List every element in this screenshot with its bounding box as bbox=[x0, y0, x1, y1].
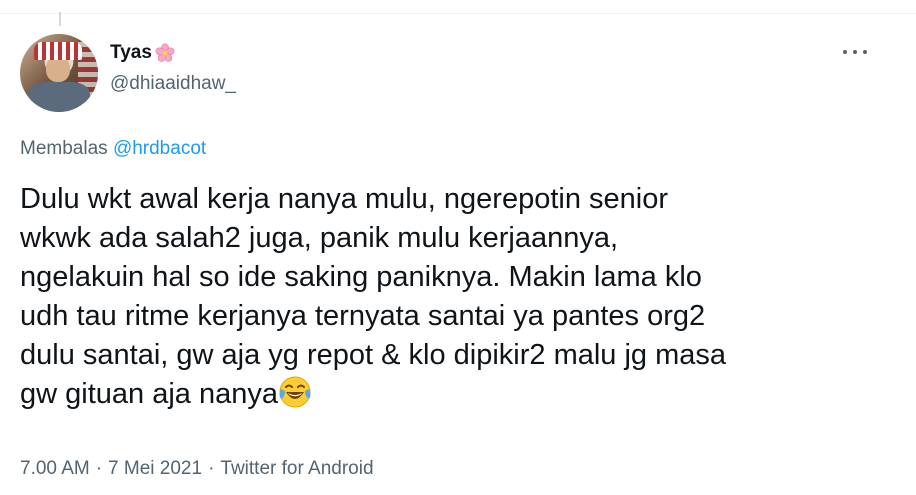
face-with-tears-of-joy-icon bbox=[278, 375, 312, 409]
tweet-metadata: 7.00 AM · 7 Mei 2021 · Twitter for Andro… bbox=[20, 458, 374, 480]
tweet-date[interactable]: 7 Mei 2021 bbox=[108, 458, 202, 480]
user-handle[interactable]: @dhiaaidhaw_ bbox=[110, 73, 236, 95]
tweet-text: Dulu wkt awal kerja nanya mulu, ngerepot… bbox=[20, 180, 900, 414]
avatar[interactable] bbox=[20, 34, 98, 112]
meta-separator: · bbox=[95, 458, 103, 479]
tweet-body: Dulu wkt awal kerja nanya mulu, ngerepot… bbox=[20, 183, 727, 410]
top-divider bbox=[0, 13, 916, 14]
cherry-blossom-icon bbox=[155, 43, 175, 63]
more-options-icon[interactable] bbox=[843, 46, 867, 58]
reply-mention-link[interactable]: @hrdbacot bbox=[113, 138, 206, 159]
tweet-time[interactable]: 7.00 AM bbox=[20, 458, 90, 480]
reply-context: Membalas @hrdbacot bbox=[20, 138, 206, 160]
author-name-row[interactable]: Tyas bbox=[110, 42, 175, 64]
display-name[interactable]: Tyas bbox=[110, 42, 152, 64]
meta-separator: · bbox=[208, 458, 215, 479]
tweet-source[interactable]: Twitter for Android bbox=[220, 458, 373, 480]
thread-connector-line bbox=[59, 12, 61, 26]
reply-prefix: Membalas bbox=[20, 138, 108, 159]
